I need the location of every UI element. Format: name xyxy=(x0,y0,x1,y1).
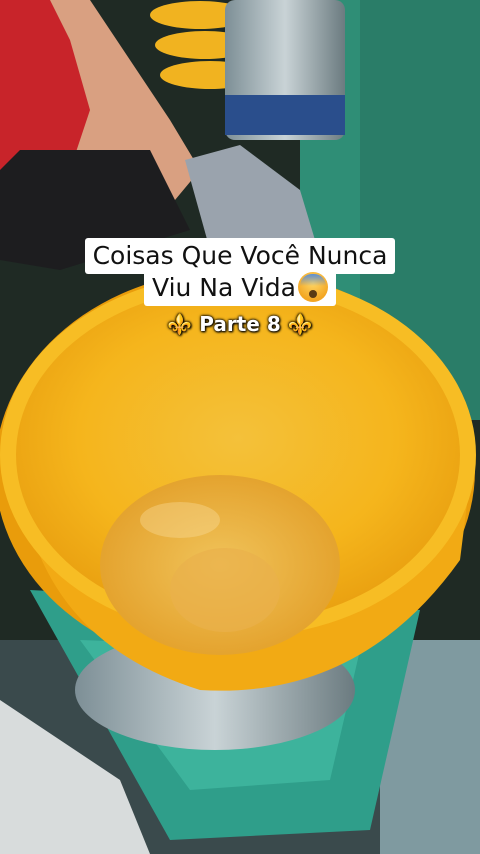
caption-line-2: Viu Na Vida xyxy=(0,270,480,306)
part-text: Parte 8 xyxy=(199,312,280,336)
caption-text-2: Viu Na Vida xyxy=(152,273,296,302)
caption-line-1: Coisas Que Você Nunca xyxy=(0,238,480,274)
fearful-face-icon xyxy=(298,272,328,302)
fleur-de-lis-icon-right: ⚜️ xyxy=(288,312,313,336)
fleur-de-lis-icon-left: ⚜️ xyxy=(167,312,192,336)
photo-scene xyxy=(0,0,480,854)
caption-box-2: Viu Na Vida xyxy=(144,270,336,306)
part-label: ⚜️ Parte 8 ⚜️ xyxy=(0,312,480,336)
caption-text-1: Coisas Que Você Nunca xyxy=(85,238,396,274)
